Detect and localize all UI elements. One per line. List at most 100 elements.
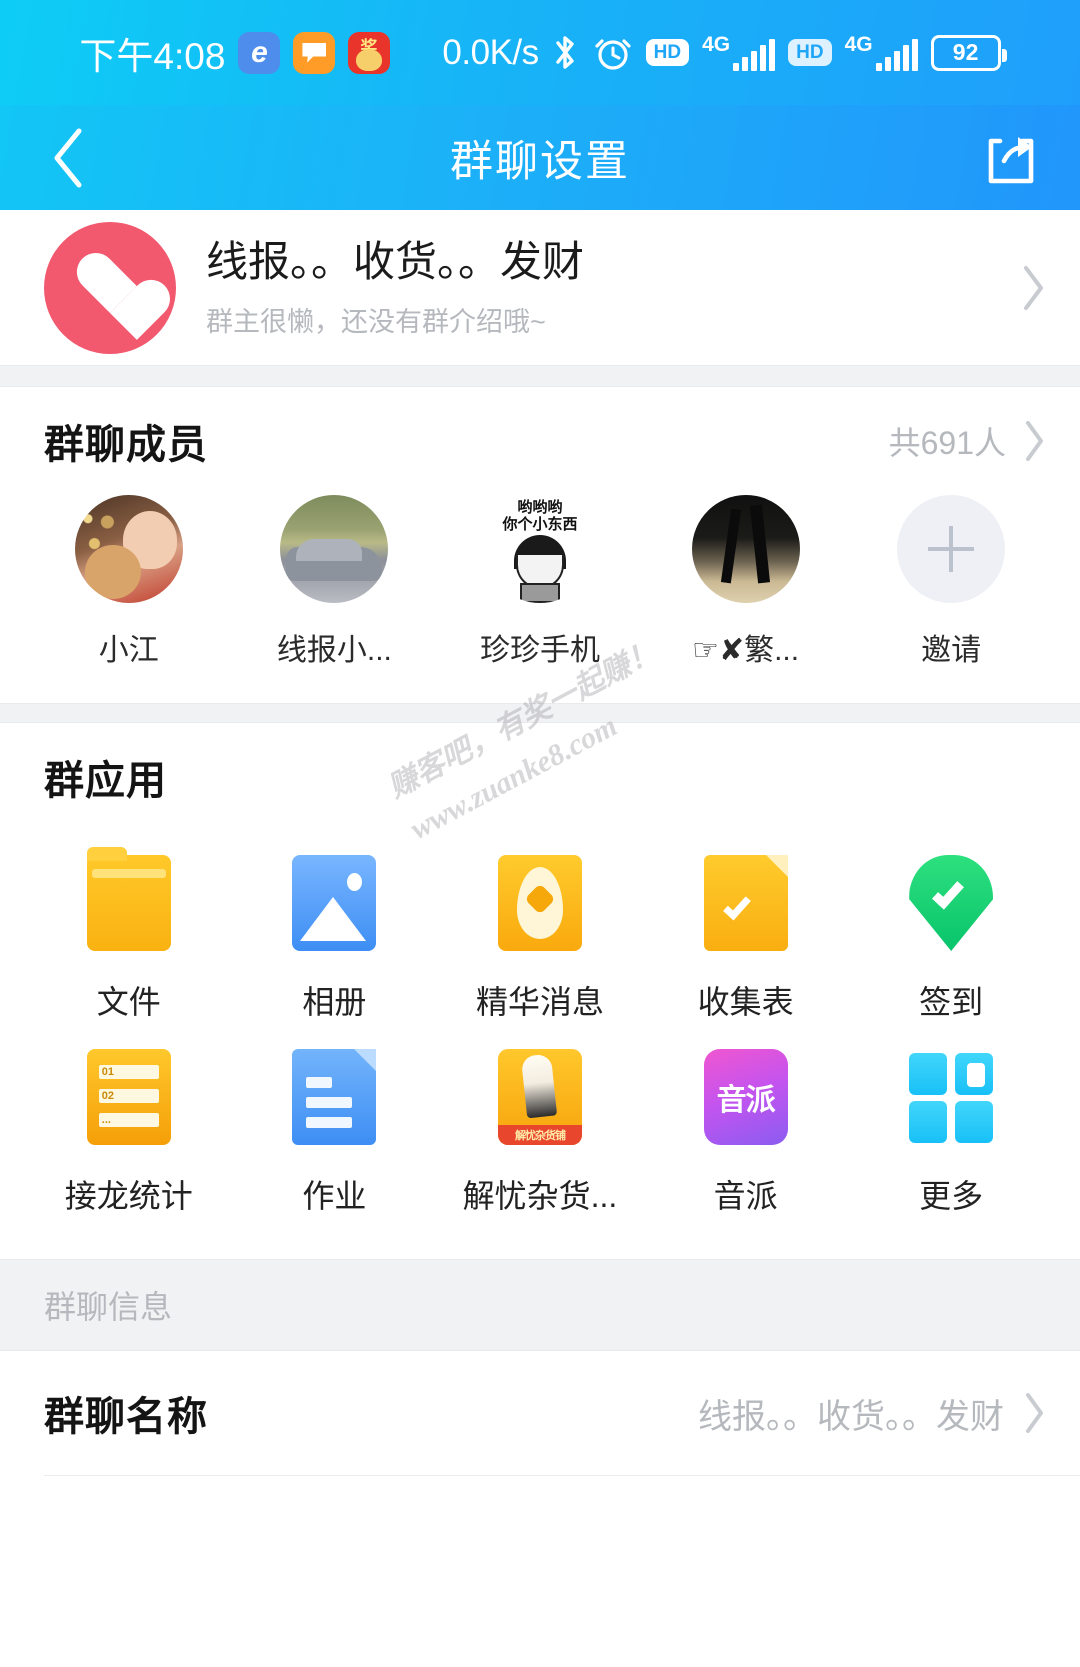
app-item-more[interactable]: 更多 [848, 1031, 1054, 1225]
avatar [280, 495, 389, 603]
apps-grid: 文件 相册 精华消息 收集表 签到 01 02 ... 接龙统计 作业 解忧杂货… [0, 831, 1080, 1259]
signal-group-1: 4G [702, 33, 776, 71]
battery-icon: 92 [930, 34, 1007, 71]
signal-bars-1 [733, 39, 776, 71]
member-item[interactable]: 线报小... [232, 495, 438, 669]
app-label: 更多 [919, 1178, 984, 1214]
row-value-group: 线报。。收货。。发财 [698, 1389, 1046, 1438]
chevron-right-icon [1022, 419, 1046, 463]
group-profile-row[interactable]: 线报。。收货。。发财 群主很懒，还没有群介绍哦~ [0, 210, 1080, 365]
chevron-right-icon [1022, 1390, 1046, 1436]
group-info-band: 群聊信息 [0, 1259, 1080, 1351]
app-label: 相册 [302, 984, 367, 1020]
check-in-icon [909, 855, 994, 951]
more-grid-icon [909, 1049, 994, 1145]
grocery-shop-icon: 解忧杂货铺 [497, 1049, 582, 1145]
shop-icon-text: 解忧杂货铺 [514, 1130, 566, 1142]
members-count-label: 共691人 [888, 425, 1006, 461]
heart-icon [74, 255, 146, 321]
app-item-collect-form[interactable]: 收集表 [643, 837, 849, 1031]
section-divider [0, 703, 1080, 723]
member-item[interactable]: ☞✘繁... [643, 495, 849, 669]
app-label: 接龙统计 [64, 1178, 193, 1214]
avatar [74, 495, 183, 603]
row-label: 群聊名称 [44, 1395, 208, 1439]
app-label: 签到 [919, 984, 984, 1020]
signal-bars-2 [875, 39, 918, 71]
members-count-group[interactable]: 共691人 [889, 418, 1046, 464]
status-time: 下午4:08 [79, 35, 226, 77]
member-item[interactable]: 小江 [26, 495, 232, 669]
app-item-homework[interactable]: 作业 [232, 1031, 438, 1225]
bluetooth-icon [552, 33, 580, 73]
sticker-body [519, 583, 560, 603]
status-bar: 下午4:08 0.0K/s HD 4G HD 4G 9 [0, 0, 1080, 105]
essence-icon [497, 855, 582, 951]
folder-icon [86, 847, 171, 951]
sticker-text: 哟哟哟 你个小东西 [502, 499, 578, 533]
apps-row-1: 文件 相册 精华消息 收集表 签到 [26, 837, 1054, 1031]
group-settings-screen: 下午4:08 0.0K/s HD 4G HD 4G 9 [0, 0, 1080, 1667]
music-icon-text: 音派 [716, 1084, 776, 1117]
row-group-name[interactable]: 群聊名称 线报。。收货。。发财 [0, 1351, 1080, 1475]
section-divider [0, 365, 1080, 387]
apps-section-title: 群应用 [44, 759, 167, 803]
title-bar: 群聊设置 [0, 105, 1080, 210]
app-item-grocery-shop[interactable]: 解忧杂货铺 解忧杂货... [437, 1031, 643, 1225]
signal-group-2: 4G [845, 34, 918, 71]
app-label: 文件 [96, 984, 161, 1020]
avatar [691, 495, 800, 603]
back-button[interactable] [36, 125, 102, 191]
app-label: 音派 [713, 1178, 778, 1214]
member-name: 邀请 [921, 634, 982, 667]
row-value: 线报。。收货。。发财 [698, 1397, 1004, 1436]
app-label: 精华消息 [475, 984, 604, 1020]
app-item-check-in[interactable]: 签到 [848, 837, 1054, 1031]
avatar: 哟哟哟 你个小东西 [485, 495, 594, 603]
alarm-icon [593, 33, 633, 73]
members-section-title: 群聊成员 [44, 423, 208, 467]
row-separator [44, 1475, 1080, 1476]
app-item-relay-stats[interactable]: 01 02... 接龙统计 [26, 1031, 232, 1225]
album-icon [292, 855, 387, 951]
app-item-essence[interactable]: 精华消息 [437, 837, 643, 1031]
page-title: 群聊设置 [450, 137, 630, 186]
invite-member-item[interactable]: 邀请 [848, 495, 1054, 669]
promo-red-icon [348, 31, 391, 74]
apps-section-header: 群应用 [0, 723, 1080, 831]
member-item[interactable]: 哟哟哟 你个小东西 珍珍手机 [437, 495, 643, 669]
browser-e-icon [238, 31, 281, 74]
music-icon: 音派 [703, 1049, 788, 1145]
apps-section: 群应用 文件 相册 精华消息 收集表 签到 01 02 ... 接龙统计 作业 … [0, 723, 1080, 1259]
app-item-music[interactable]: 音派 音派 [643, 1031, 849, 1225]
battery-level-label: 92 [952, 39, 979, 65]
app-item-album[interactable]: 相册 [232, 837, 438, 1031]
group-name-text: 线报。。收货。。发财 [206, 237, 585, 285]
group-avatar [44, 221, 176, 354]
app-label: 作业 [302, 1178, 367, 1214]
network-type-label-1: 4G [702, 33, 731, 56]
members-section-header[interactable]: 群聊成员 共691人 [0, 387, 1080, 495]
note-orange-icon [293, 31, 336, 74]
collect-form-icon [703, 855, 788, 951]
group-description-text: 群主很懒，还没有群介绍哦~ [206, 307, 546, 338]
app-item-files[interactable]: 文件 [26, 837, 232, 1031]
member-name: 珍珍手机 [479, 634, 600, 667]
relay-stats-icon: 01 02... [86, 1049, 171, 1145]
network-speed-label: 0.0K/s [442, 32, 539, 72]
plus-icon [897, 495, 1006, 603]
members-list: 小江 线报小... 哟哟哟 你个小东西 珍珍手机 ☞✘繁... 邀请 [0, 495, 1080, 703]
share-button[interactable] [976, 123, 1046, 193]
app-label: 收集表 [697, 984, 794, 1020]
member-name: 小江 [98, 634, 159, 667]
member-name: ☞✘繁... [692, 634, 800, 667]
group-info-band-label: 群聊信息 [44, 1289, 173, 1325]
group-info: 线报。。收货。。发财 群主很懒，还没有群介绍哦~ [206, 236, 1020, 340]
homework-icon [292, 1049, 377, 1145]
members-section: 群聊成员 共691人 小江 线报小... 哟哟哟 你个小东西 珍珍手机 ☞✘繁.… [0, 387, 1080, 703]
hd-icon-1: HD [645, 38, 690, 67]
hd-icon-2: HD [788, 38, 832, 67]
chevron-right-icon [1020, 264, 1046, 312]
apps-row-2: 01 02... 接龙统计 作业 解忧杂货铺 解忧杂货... 音派 音派 更多 [26, 1031, 1054, 1225]
member-name: 线报小... [276, 634, 392, 667]
